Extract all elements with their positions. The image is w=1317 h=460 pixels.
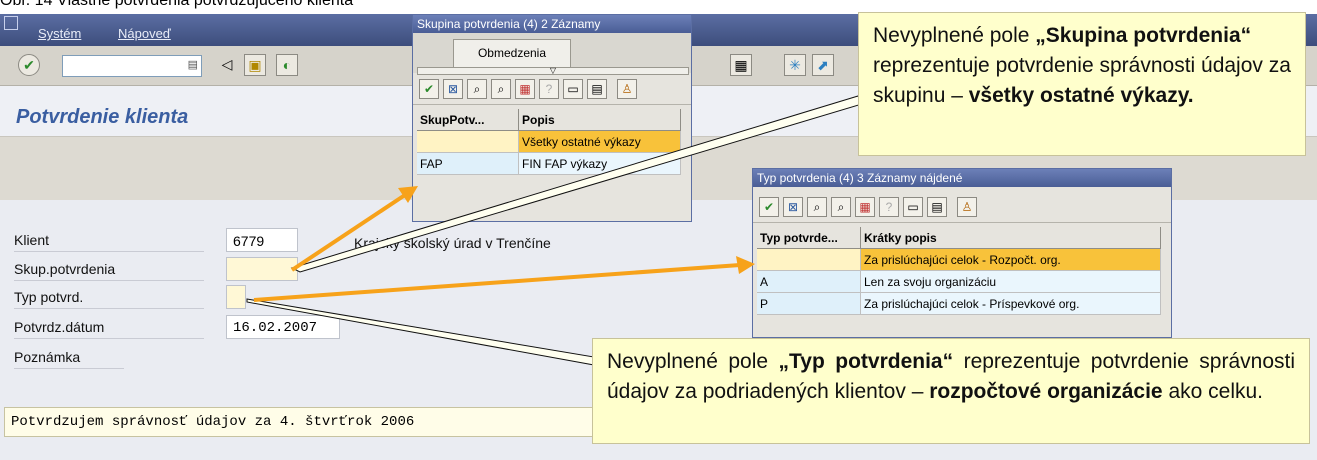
callout1-pointer [290,95,863,273]
arrow-to-group-popup [290,193,407,272]
callout-type: Nevyplnené pole „Typ potvrdenia“ repreze… [592,338,1310,444]
arrowhead-group [398,186,418,203]
callout2-pointer [246,298,595,366]
callout-group: Nevyplnené pole „Skupina potvrdenia“ rep… [858,12,1306,156]
arrow-to-type-popup [253,263,741,302]
arrowhead-type [736,256,755,274]
